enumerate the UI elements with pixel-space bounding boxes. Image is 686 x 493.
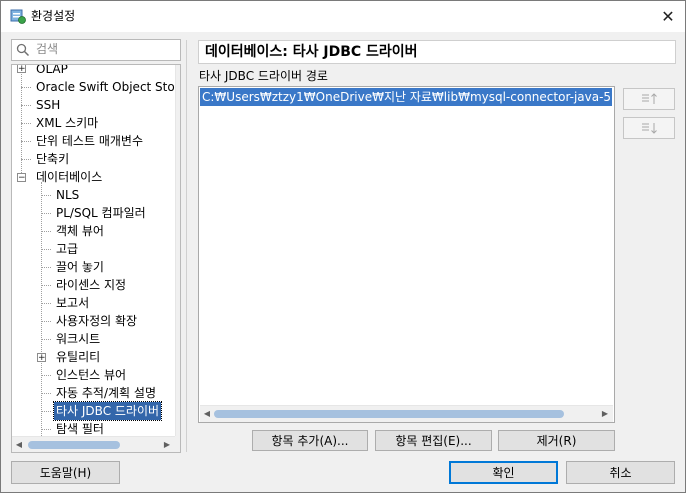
expand-icon[interactable]: +	[17, 65, 26, 74]
ok-button[interactable]: 확인	[449, 461, 558, 484]
tree-item-label: 데이터베이스	[36, 170, 103, 184]
scroll-right-icon[interactable]: ▶	[160, 437, 174, 452]
collapse-icon[interactable]: −	[17, 173, 26, 183]
scroll-left-icon[interactable]: ◀	[200, 406, 214, 422]
tree-item-label: 단위 테스트 매개변수	[36, 134, 143, 148]
tree-item-worksheet[interactable]: 워크시트	[12, 330, 175, 348]
tree-item-instance-viewer[interactable]: 인스턴스 뷰어	[12, 366, 175, 384]
search-input[interactable]	[36, 41, 174, 57]
page-title: 데이터베이스: 타사 JDBC 드라이버	[205, 44, 418, 60]
close-button[interactable]: ✕	[652, 2, 684, 30]
move-up-icon	[642, 93, 657, 104]
app-icon	[10, 8, 26, 24]
scroll-thumb[interactable]	[214, 410, 564, 418]
move-up-button[interactable]	[623, 88, 675, 110]
tree-item-label: 고급	[56, 242, 79, 256]
tree-item-navigation-filter[interactable]: 탐색 필터	[12, 420, 175, 436]
tree-item-label: 타사 JDBC 드라이버	[52, 401, 163, 421]
tree-vertical-scrollbar[interactable]: ▲ ▼	[175, 65, 181, 436]
tree-item-label: 단축키	[36, 152, 70, 166]
scroll-thumb[interactable]	[180, 123, 181, 283]
tree-horizontal-scrollbar[interactable]: ◀ ▶	[12, 436, 175, 452]
tree-item-label: 사용자정의 확장	[56, 314, 138, 328]
tree-item-label: XML 스키마	[36, 116, 99, 130]
window-title: 환경설정	[31, 9, 76, 23]
tree-item-label: OLAP	[36, 65, 68, 76]
scroll-right-icon[interactable]: ▶	[598, 406, 612, 422]
tree-item-label: 유틸리티	[56, 350, 101, 364]
scroll-left-icon[interactable]: ◀	[12, 437, 26, 452]
page-header: 데이터베이스: 타사 JDBC 드라이버	[198, 40, 676, 64]
remove-item-button[interactable]: 제거(R)	[498, 430, 615, 451]
driver-path-label: 타사 JDBC 드라이버 경로	[199, 69, 328, 83]
tree-item-xml-schema[interactable]: XML 스키마	[12, 114, 175, 132]
tree-item-label: NLS	[56, 188, 80, 202]
search-box	[11, 39, 181, 61]
scroll-corner	[175, 436, 180, 452]
tree-item-shortcut-keys[interactable]: 단축키	[12, 150, 175, 168]
tree-item-ssh[interactable]: SSH	[12, 96, 175, 114]
list-item[interactable]: C:₩Users₩ztzy1₩OneDrive₩지난 자료₩lib₩mysql-…	[200, 88, 612, 106]
tree-item-autotrace[interactable]: 자동 추적/계획 설명	[12, 384, 175, 402]
tree-item-oracle-swift[interactable]: Oracle Swift Object Sto	[12, 78, 175, 96]
tree-item-reports[interactable]: 보고서	[12, 294, 175, 312]
tree-item-unit-test[interactable]: 단위 테스트 매개변수	[12, 132, 175, 150]
preferences-tree: + OLAP Oracle Swift Object Sto SSH XML 스…	[11, 64, 181, 453]
tree-item-label: 워크시트	[56, 332, 101, 346]
tree-item-label: 인스턴스 뷰어	[56, 368, 127, 382]
help-button[interactable]: 도움말(H)	[11, 461, 120, 484]
tree-item-drag-drop[interactable]: 끌어 놓기	[12, 258, 175, 276]
tree-item-third-party-jdbc[interactable]: 타사 JDBC 드라이버	[12, 401, 175, 421]
expand-icon[interactable]: +	[37, 353, 46, 363]
scroll-up-icon[interactable]: ▲	[176, 65, 180, 79]
tree-item-object-viewer[interactable]: 객체 뷰어	[12, 222, 175, 240]
tree-item-label: 끌어 놓기	[56, 260, 104, 274]
search-icon	[16, 43, 30, 57]
tree-item-label: 라이센스 지정	[56, 278, 127, 292]
edit-item-button[interactable]: 항목 편집(E)...	[375, 430, 492, 451]
scroll-thumb[interactable]	[28, 441, 120, 449]
cancel-button[interactable]: 취소	[566, 461, 675, 484]
tree-item-nls[interactable]: NLS	[12, 186, 175, 204]
tree-item-licensing[interactable]: 라이센스 지정	[12, 276, 175, 294]
driver-path-list[interactable]: C:₩Users₩ztzy1₩OneDrive₩지난 자료₩lib₩mysql-…	[198, 86, 615, 423]
tree-item-label: Oracle Swift Object Sto	[36, 80, 175, 94]
close-icon: ✕	[661, 6, 675, 26]
scroll-down-icon[interactable]: ▼	[176, 420, 180, 434]
tree-item-utilities[interactable]: + 유틸리티	[12, 348, 175, 366]
add-item-button[interactable]: 항목 추가(A)...	[252, 430, 368, 451]
tree-item-label: 객체 뷰어	[56, 224, 104, 238]
tree-rows: + OLAP Oracle Swift Object Sto SSH XML 스…	[12, 65, 175, 436]
tree-item-plsql-compiler[interactable]: PL/SQL 컴파일러	[12, 204, 175, 222]
move-down-icon	[642, 123, 657, 134]
title-bar: 환경설정 ✕	[0, 0, 686, 32]
tree-item-olap[interactable]: + OLAP	[12, 65, 175, 78]
tree-item-database[interactable]: − 데이터베이스	[12, 168, 175, 186]
path-list-horizontal-scrollbar[interactable]: ◀ ▶	[200, 405, 613, 422]
tree-item-label: 보고서	[56, 296, 90, 310]
tree-item-user-extensions[interactable]: 사용자정의 확장	[12, 312, 175, 330]
tree-item-label: SSH	[36, 98, 61, 112]
tree-item-label: 자동 추적/계획 설명	[56, 386, 156, 400]
tree-item-label: 탐색 필터	[56, 422, 104, 436]
panel-splitter[interactable]	[186, 40, 187, 452]
tree-item-label: PL/SQL 컴파일러	[56, 206, 146, 220]
tree-item-advanced[interactable]: 고급	[12, 240, 175, 258]
move-down-button[interactable]	[623, 117, 675, 139]
